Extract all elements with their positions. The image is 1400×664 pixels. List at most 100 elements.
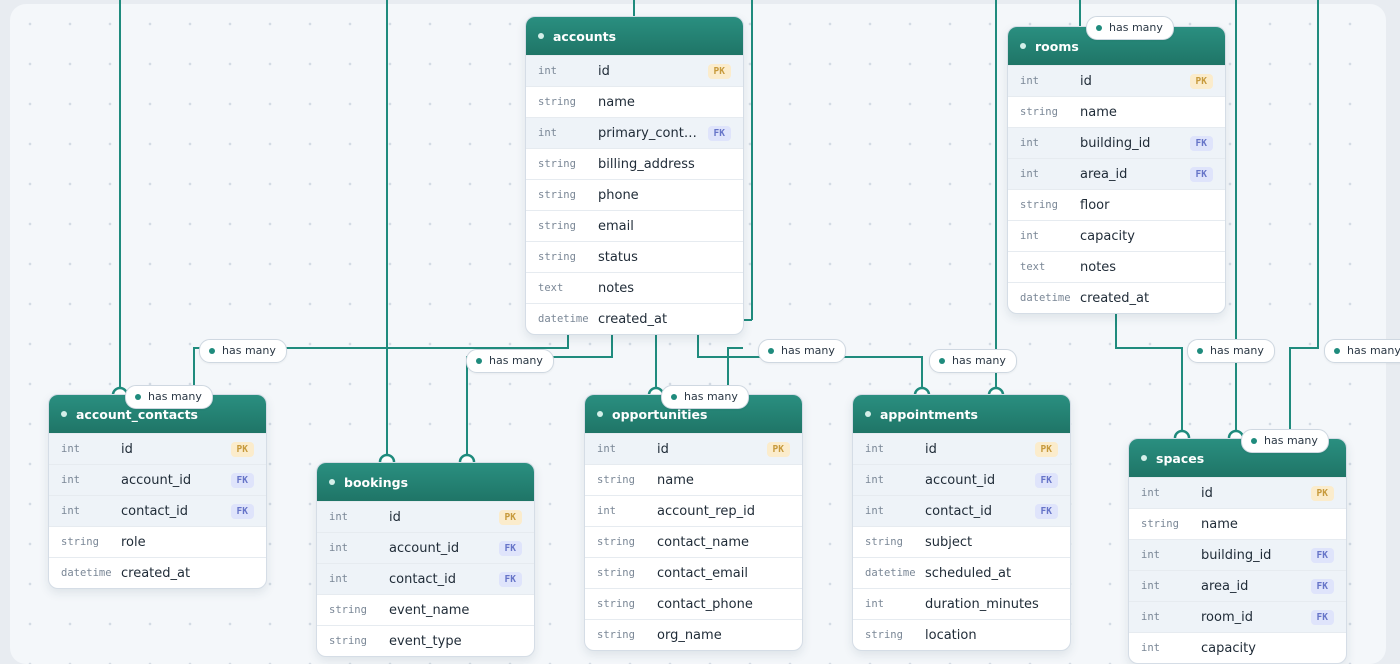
table-row[interactable]: int account_id FK	[853, 464, 1070, 495]
table-header[interactable]: bookings	[317, 463, 534, 501]
column-type: int	[1141, 611, 1160, 623]
table-title: spaces	[1156, 450, 1205, 466]
column-name: primary_contact_id	[598, 125, 702, 141]
table-appointments[interactable]: appointments int id PK int account_id FK int…	[852, 394, 1071, 651]
table-row[interactable]: string name	[1008, 96, 1225, 127]
column-type: string	[1020, 199, 1058, 211]
table-bookings[interactable]: bookings int id PK int account_id FK int cont…	[316, 462, 535, 657]
table-opportunities[interactable]: opportunities int id PK string name int acco…	[584, 394, 803, 651]
table-row[interactable]: string event_type	[317, 625, 534, 656]
relation-label[interactable]: has many	[466, 349, 554, 373]
table-row[interactable]: string name	[585, 464, 802, 495]
table-row[interactable]: int area_id FK	[1008, 158, 1225, 189]
table-row[interactable]: string contact_email	[585, 557, 802, 588]
table-row[interactable]: int account_id FK	[317, 532, 534, 563]
column-name: contact_id	[121, 503, 189, 519]
table-header[interactable]: appointments	[853, 395, 1070, 433]
column-type: datetime	[865, 567, 916, 579]
table-header[interactable]: accounts	[526, 17, 743, 55]
table-row[interactable]: int room_id FK	[1129, 601, 1346, 632]
table-row[interactable]: int area_id FK	[1129, 570, 1346, 601]
fk-badge: FK	[1034, 472, 1058, 488]
relation-label[interactable]: has many	[1086, 16, 1174, 40]
table-row[interactable]: datetime created_at	[526, 303, 743, 334]
column-name: id	[598, 63, 610, 79]
table-row[interactable]: text notes	[1008, 251, 1225, 282]
table-row[interactable]: string role	[49, 526, 266, 557]
relation-label[interactable]: has many	[758, 339, 846, 363]
table-row[interactable]: string status	[526, 241, 743, 272]
table-row[interactable]: int id PK	[853, 433, 1070, 464]
table-row[interactable]: int building_id FK	[1129, 539, 1346, 570]
column-type: string	[329, 635, 367, 647]
pk-badge: PK	[230, 441, 254, 457]
table-row[interactable]: int capacity	[1008, 220, 1225, 251]
table-row[interactable]: int id PK	[1008, 65, 1225, 96]
table-row[interactable]: int primary_contact_id FK	[526, 117, 743, 148]
table-row[interactable]: int duration_minutes	[853, 588, 1070, 619]
table-row[interactable]: int account_rep_id	[585, 495, 802, 526]
table-row[interactable]: int id PK	[317, 501, 534, 532]
table-row[interactable]: int id PK	[526, 55, 743, 86]
table-dot-icon	[1141, 455, 1147, 461]
column-name: contact_name	[657, 534, 750, 550]
table-rooms[interactable]: rooms int id PK string name int building_id F…	[1007, 26, 1226, 314]
table-row[interactable]: string subject	[853, 526, 1070, 557]
column-type: string	[538, 251, 576, 263]
table-row[interactable]: string org_name	[585, 619, 802, 650]
column-type: int	[538, 127, 557, 139]
table-row[interactable]: string name	[1129, 508, 1346, 539]
column-name: area_id	[1201, 578, 1249, 594]
column-name: role	[121, 534, 146, 550]
table-row[interactable]: string location	[853, 619, 1070, 650]
relation-label[interactable]: has many	[661, 385, 749, 409]
table-row[interactable]: int id PK	[1129, 477, 1346, 508]
table-title: accounts	[553, 28, 617, 44]
column-name: scheduled_at	[925, 565, 1012, 581]
column-name: area_id	[1080, 166, 1128, 182]
column-name: id	[1201, 485, 1213, 501]
table-row[interactable]: int capacity	[1129, 632, 1346, 663]
column-name: status	[598, 249, 638, 265]
table-row[interactable]: string event_name	[317, 594, 534, 625]
column-type: int	[1141, 487, 1160, 499]
table-row[interactable]: string phone	[526, 179, 743, 210]
table-row[interactable]: string floor	[1008, 189, 1225, 220]
relation-label[interactable]: has many	[199, 339, 287, 363]
edge-line	[1115, 312, 1183, 438]
relation-label[interactable]: has many	[1324, 339, 1400, 363]
table-row[interactable]: string contact_name	[585, 526, 802, 557]
table-account-contacts[interactable]: account_contacts int id PK int account_id FK…	[48, 394, 267, 589]
column-type: string	[865, 536, 903, 548]
table-accounts[interactable]: accounts int id PK string name int primary_c…	[525, 16, 744, 335]
column-name: id	[121, 441, 133, 457]
table-row[interactable]: datetime created_at	[1008, 282, 1225, 313]
column-name: account_id	[925, 472, 996, 488]
fk-badge: FK	[1034, 503, 1058, 519]
column-name: duration_minutes	[925, 596, 1039, 612]
column-name: id	[1080, 73, 1092, 89]
table-row[interactable]: int id PK	[585, 433, 802, 464]
column-name: org_name	[657, 627, 722, 643]
table-row[interactable]: text notes	[526, 272, 743, 303]
table-row[interactable]: int id PK	[49, 433, 266, 464]
table-row[interactable]: int building_id FK	[1008, 127, 1225, 158]
table-row[interactable]: int contact_id FK	[317, 563, 534, 594]
table-row[interactable]: int contact_id FK	[853, 495, 1070, 526]
pk-badge: PK	[707, 63, 731, 79]
table-row[interactable]: int account_id FK	[49, 464, 266, 495]
relation-label[interactable]: has many	[1241, 429, 1329, 453]
table-row[interactable]: datetime created_at	[49, 557, 266, 588]
column-type: int	[1020, 168, 1039, 180]
table-row[interactable]: datetime scheduled_at	[853, 557, 1070, 588]
relation-label[interactable]: has many	[1187, 339, 1275, 363]
relation-label[interactable]: has many	[929, 349, 1017, 373]
table-row[interactable]: string contact_phone	[585, 588, 802, 619]
fk-badge: FK	[1189, 166, 1213, 182]
table-row[interactable]: string name	[526, 86, 743, 117]
table-row[interactable]: int contact_id FK	[49, 495, 266, 526]
relation-label[interactable]: has many	[125, 385, 213, 409]
table-spaces[interactable]: spaces int id PK string name int building_id…	[1128, 438, 1347, 664]
table-row[interactable]: string billing_address	[526, 148, 743, 179]
table-row[interactable]: string email	[526, 210, 743, 241]
